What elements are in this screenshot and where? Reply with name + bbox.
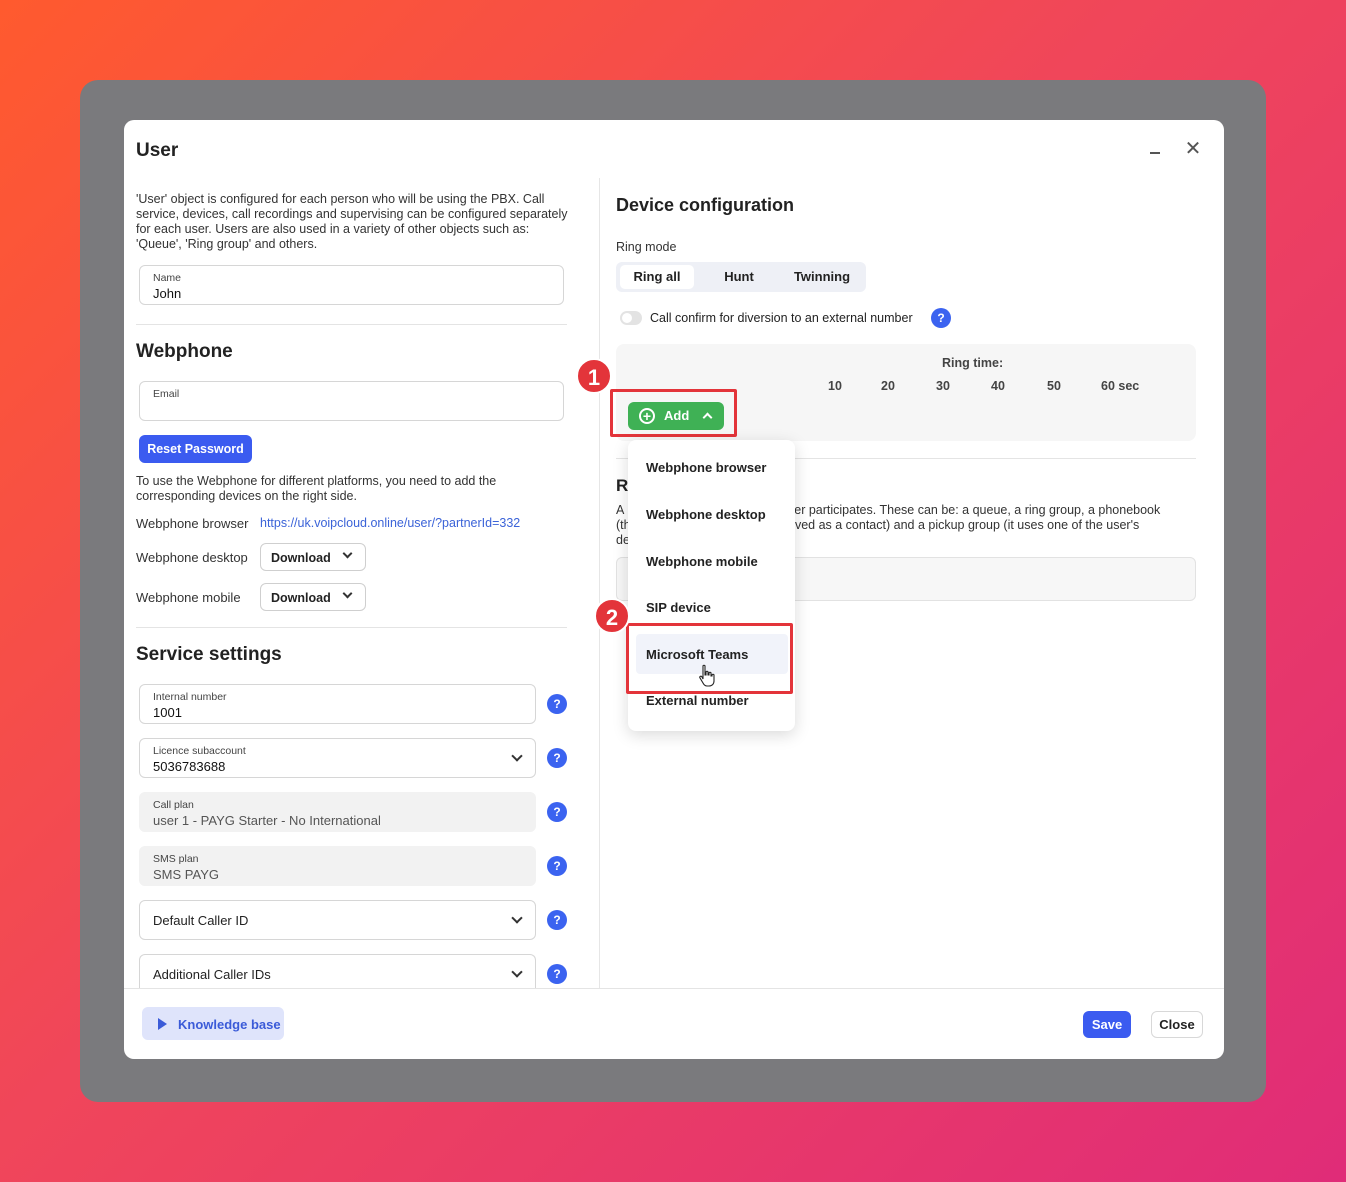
divider [136, 627, 567, 628]
hand-cursor-icon [699, 664, 715, 687]
annotation-step-1: 1 [576, 358, 612, 394]
reset-password-button[interactable]: Reset Password [139, 435, 252, 463]
call-confirm-toggle[interactable] [620, 311, 642, 325]
licence-subaccount-value: 5036783688 [153, 759, 226, 774]
name-field[interactable]: Name John [139, 265, 564, 305]
device-configuration-heading: Device configuration [616, 195, 795, 215]
call-plan-field: Call plan user 1 - PAYG Starter - No Int… [139, 792, 536, 832]
ring-mode-twinning[interactable]: Twinning [782, 265, 862, 289]
dialog-title: User [136, 140, 179, 161]
annotation-step-2: 2 [594, 598, 630, 634]
chevron-down-icon [511, 966, 523, 978]
partial-text-right: ser participates. These can be: a queue,… [788, 503, 1161, 532]
knowledge-base-button[interactable]: Knowledge base [142, 1007, 284, 1040]
email-field-label: Email [153, 388, 180, 400]
divider [136, 324, 567, 325]
section-heading-partial: R [616, 476, 629, 495]
chevron-down-icon [511, 912, 523, 924]
ring-time-tick: 10 [828, 379, 842, 393]
sms-plan-value: SMS PAYG [153, 867, 219, 882]
licence-subaccount-select[interactable]: Licence subaccount 5036783688 [139, 738, 536, 778]
download-label: Download [271, 591, 331, 605]
webphone-heading: Webphone [136, 341, 233, 362]
menu-item-sip-device[interactable]: SIP device [628, 587, 795, 627]
download-label: Download [271, 551, 331, 565]
default-caller-id-select[interactable]: Default Caller ID [139, 900, 536, 940]
menu-item-webphone-desktop[interactable]: Webphone desktop [628, 494, 795, 534]
user-description: 'User' object is configured for each per… [136, 192, 568, 251]
help-icon[interactable]: ? [547, 694, 567, 714]
call-plan-value: user 1 - PAYG Starter - No International [153, 813, 381, 828]
close-button[interactable]: Close [1151, 1011, 1203, 1038]
service-settings-heading: Service settings [136, 644, 282, 665]
licence-subaccount-label: Licence subaccount [153, 745, 246, 757]
left-column: 'User' object is configured for each per… [136, 192, 568, 252]
chevron-down-icon [511, 750, 523, 762]
email-field[interactable]: Email [139, 381, 564, 421]
sms-plan-label: SMS plan [153, 853, 199, 865]
column-divider [599, 178, 600, 988]
chevron-down-icon [342, 548, 353, 559]
footer-divider [124, 988, 1224, 989]
help-icon[interactable]: ? [547, 748, 567, 768]
save-button[interactable]: Save [1083, 1011, 1131, 1038]
internal-number-label: Internal number [153, 691, 227, 703]
webphone-info: To use the Webphone for different platfo… [136, 474, 497, 503]
internal-number-field[interactable]: Internal number 1001 [139, 684, 536, 724]
minimize-icon[interactable] [1144, 138, 1166, 160]
help-icon[interactable]: ? [547, 802, 567, 822]
ring-time-tick: 40 [991, 379, 1005, 393]
ring-mode-label: Ring mode [616, 240, 677, 254]
ring-time-tick: 20 [881, 379, 895, 393]
webphone-desktop-label: Webphone desktop [136, 550, 248, 565]
default-caller-id-label: Default Caller ID [153, 913, 249, 928]
ring-mode-ring-all[interactable]: Ring all [620, 265, 694, 289]
knowledge-base-label: Knowledge base [178, 1017, 281, 1032]
ring-time-label: Ring time: [942, 356, 1004, 370]
help-icon[interactable]: ? [547, 910, 567, 930]
ring-time-tick: 60 sec [1101, 379, 1140, 393]
menu-item-webphone-browser[interactable]: Webphone browser [628, 447, 795, 487]
webphone-mobile-label: Webphone mobile [136, 590, 241, 605]
webphone-mobile-download-button[interactable]: Download [260, 583, 366, 611]
user-dialog: User ✕ 'User' object is configured for e… [124, 120, 1224, 1059]
ring-time-tick: 30 [936, 379, 950, 393]
name-field-value: John [153, 286, 182, 301]
help-icon[interactable]: ? [931, 308, 951, 328]
help-icon[interactable]: ? [547, 856, 567, 876]
close-icon[interactable]: ✕ [1182, 138, 1204, 160]
webphone-browser-link[interactable]: https://uk.voipcloud.online/user/?partne… [260, 516, 520, 530]
menu-item-webphone-mobile[interactable]: Webphone mobile [628, 541, 795, 581]
ring-mode-segmented-control: Ring all Hunt Twinning [616, 262, 866, 292]
play-icon [158, 1018, 167, 1030]
call-confirm-label: Call confirm for diversion to an externa… [650, 311, 913, 325]
webphone-desktop-download-button[interactable]: Download [260, 543, 366, 571]
chevron-down-icon [342, 588, 353, 599]
ring-time-tick: 50 [1047, 379, 1061, 393]
call-plan-label: Call plan [153, 799, 194, 811]
additional-caller-ids-select[interactable]: Additional Caller IDs [139, 954, 536, 988]
webphone-browser-label: Webphone browser [136, 516, 249, 531]
sms-plan-field: SMS plan SMS PAYG [139, 846, 536, 886]
additional-caller-ids-label: Additional Caller IDs [153, 967, 271, 982]
internal-number-value: 1001 [153, 705, 182, 720]
annotation-highlight-add [610, 389, 737, 437]
help-icon[interactable]: ? [547, 964, 567, 984]
ring-mode-hunt[interactable]: Hunt [702, 265, 776, 289]
name-field-label: Name [153, 272, 182, 284]
